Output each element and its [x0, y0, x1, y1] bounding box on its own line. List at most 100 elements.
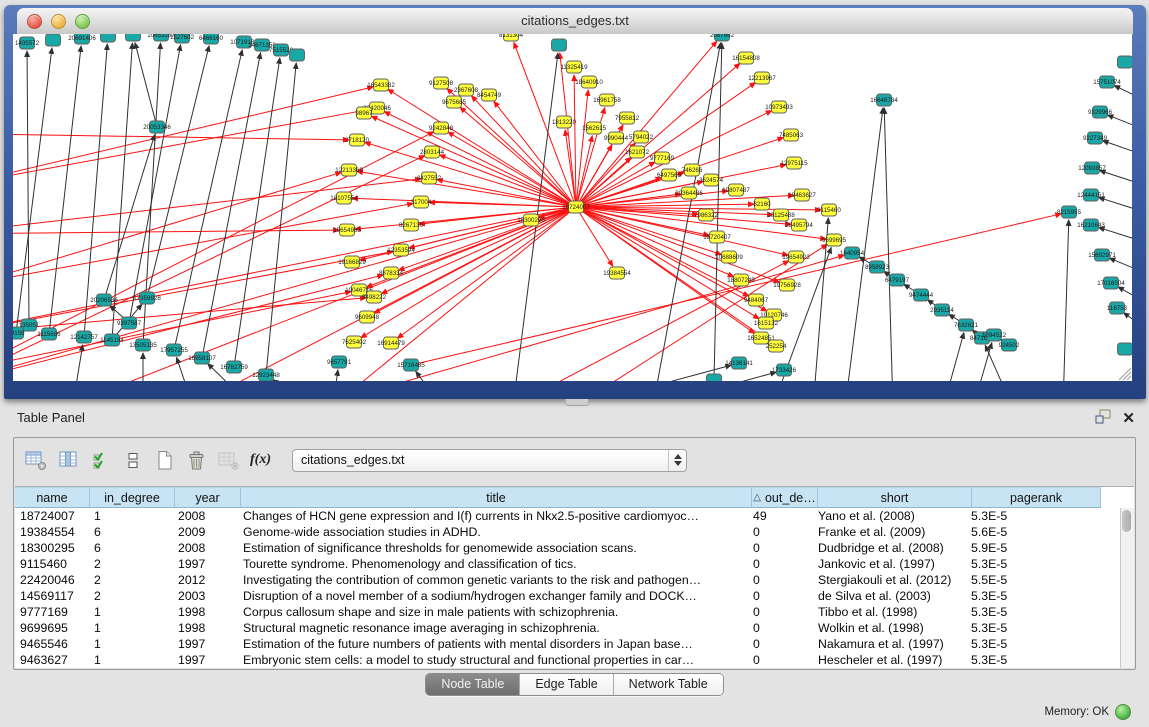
graph-node[interactable]: 20364486: [675, 187, 703, 199]
graph-node[interactable]: 16648784: [870, 94, 898, 106]
graph-node[interactable]: [46, 34, 61, 46]
graph-node[interactable]: 924502: [999, 339, 1020, 351]
graph-node[interactable]: 7625402: [342, 336, 367, 348]
graph-node[interactable]: 20053346: [143, 121, 171, 133]
graph-node[interactable]: 7986322: [694, 209, 719, 221]
graph-node[interactable]: 28495794: [785, 219, 813, 231]
graph-node[interactable]: 16958107: [188, 352, 216, 364]
graph-node[interactable]: 7632621: [954, 319, 979, 331]
graph-node[interactable]: 8878334: [379, 267, 404, 279]
graph-node[interactable]: 12142757: [70, 331, 98, 343]
graph-node[interactable]: 1527602: [170, 34, 195, 43]
table-row[interactable]: 1830029562008Estimation of significance …: [15, 540, 1134, 556]
graph-node[interactable]: 19654923: [782, 251, 810, 263]
graph-node[interactable]: 12923448: [252, 369, 280, 381]
graph-node[interactable]: 9115460: [817, 204, 841, 216]
graph-node[interactable]: 17016504: [1097, 277, 1125, 289]
graph-node[interactable]: 8267130: [399, 219, 424, 231]
graph-node[interactable]: 15720407: [703, 231, 731, 243]
graph-node[interactable]: [1118, 56, 1133, 68]
column-header-pagerank[interactable]: pagerank: [972, 487, 1101, 508]
graph-node[interactable]: 1405572: [15, 37, 40, 49]
graph-node[interactable]: 19463627: [788, 189, 816, 201]
graph-node[interactable]: 1115686: [37, 328, 61, 340]
close-panel-button[interactable]: ✕: [1122, 412, 1135, 426]
graph-node[interactable]: 746266: [682, 164, 703, 176]
graph-node[interactable]: 2087662: [710, 34, 735, 41]
table-row[interactable]: 1872400712008Changes of HCN gene express…: [15, 508, 1134, 524]
graph-node[interactable]: 98967: [355, 107, 373, 119]
graph-node[interactable]: [101, 34, 116, 42]
graph-node[interactable]: [707, 374, 722, 381]
tab-network-table[interactable]: Network Table: [614, 674, 723, 695]
graph-node[interactable]: 252254: [766, 340, 787, 352]
graph-node[interactable]: 2803144: [420, 146, 445, 158]
graph-node[interactable]: [1118, 343, 1133, 355]
select-rows-button[interactable]: [88, 448, 113, 472]
graph-node[interactable]: 2367608: [454, 84, 479, 96]
graph-node[interactable]: 8454749: [477, 89, 502, 101]
graph-node[interactable]: 13505135: [129, 339, 157, 351]
graph-node[interactable]: 2935114: [930, 304, 954, 316]
column-header-in_degree[interactable]: in_degree: [90, 487, 175, 508]
tab-node-table[interactable]: Node Table: [426, 674, 520, 695]
graph-node[interactable]: 8427552: [417, 172, 442, 184]
graph-node[interactable]: 7485063: [779, 129, 804, 141]
network-viewport[interactable]: 1405572206914061065328715276026466160107…: [13, 34, 1132, 381]
graph-node[interactable]: 10125488: [767, 209, 795, 221]
graph-node[interactable]: 7955812: [615, 112, 640, 124]
memory-ok-icon[interactable]: [1115, 704, 1131, 720]
graph-node[interactable]: 12444151: [1077, 189, 1105, 201]
delete-column-button[interactable]: [216, 448, 241, 472]
tab-edge-table[interactable]: Edge Table: [520, 674, 613, 695]
graph-node[interactable]: 9699695: [822, 234, 847, 246]
graph-node[interactable]: 17957255: [160, 344, 188, 356]
graph-node[interactable]: 9329966: [1088, 106, 1113, 118]
graph-node[interactable]: 3624574: [699, 174, 724, 186]
graph-node[interactable]: 8215955: [1057, 206, 1082, 218]
column-header-name[interactable]: name: [15, 487, 90, 508]
table-row[interactable]: 969969511998Structural magnetic resonanc…: [15, 620, 1134, 636]
graph-node[interactable]: 2718120: [345, 134, 370, 146]
table-row[interactable]: 1938455462009Genome-wide association stu…: [15, 524, 1134, 540]
graph-node[interactable]: [290, 49, 305, 61]
canvas-resize-grip-icon[interactable]: [1119, 368, 1131, 380]
graph-node[interactable]: 6497568: [657, 169, 682, 181]
graph-node[interactable]: 19756928: [773, 279, 801, 291]
table-row[interactable]: 977716911998Corpus callosum shape and si…: [15, 604, 1134, 620]
graph-node[interactable]: 19654985: [333, 224, 361, 236]
graph-node[interactable]: 14136141: [725, 357, 753, 369]
graph-node[interactable]: 9474444: [909, 289, 934, 301]
graph-node[interactable]: 16782759: [220, 361, 248, 373]
graph-node[interactable]: 16154808: [732, 52, 760, 64]
graph-node[interactable]: 20691406: [68, 34, 96, 44]
graph-node[interactable]: 16210643: [1077, 219, 1105, 231]
graph-node[interactable]: 15716485: [397, 359, 425, 371]
graph-node[interactable]: 1621072: [625, 146, 650, 158]
select-columns-button[interactable]: [56, 448, 81, 472]
column-header-short[interactable]: short: [818, 487, 972, 508]
graph-node[interactable]: 18640910: [575, 76, 603, 88]
graph-node[interactable]: 9675685: [442, 96, 467, 108]
column-settings-button[interactable]: [24, 448, 49, 472]
table-selector-dropdown[interactable]: citations_edges.txt: [292, 449, 687, 472]
table-row[interactable]: 911546021997Tourette syndrome. Phenomeno…: [15, 556, 1134, 572]
graph-node[interactable]: [552, 39, 567, 51]
graph-node[interactable]: 19384554: [603, 267, 631, 279]
network-view-canvas[interactable]: 1405572206914061065328715276026466160107…: [13, 34, 1132, 381]
float-panel-button[interactable]: [1095, 409, 1112, 429]
graph-node[interactable]: 12213967: [748, 72, 776, 84]
graph-node[interactable]: 82160: [753, 198, 771, 210]
table-row[interactable]: 2242004622012Investigating the contribut…: [15, 572, 1134, 588]
graph-node[interactable]: 11325419: [560, 61, 588, 73]
graph-node[interactable]: 10807487: [722, 184, 750, 196]
graph-node[interactable]: 1640954: [840, 247, 865, 259]
graph-node[interactable]: 10688609: [715, 251, 743, 263]
graph-node[interactable]: 1733426: [772, 364, 797, 376]
graph-node[interactable]: 12213369: [335, 164, 363, 176]
graph-node[interactable]: 1562615: [582, 122, 607, 134]
vertical-scrollbar[interactable]: [1120, 508, 1134, 668]
scrollbar-thumb[interactable]: [1122, 510, 1131, 532]
graph-node[interactable]: 9657791: [327, 356, 352, 368]
table-row[interactable]: 1456911722003Disruption of a novel membe…: [15, 588, 1134, 604]
